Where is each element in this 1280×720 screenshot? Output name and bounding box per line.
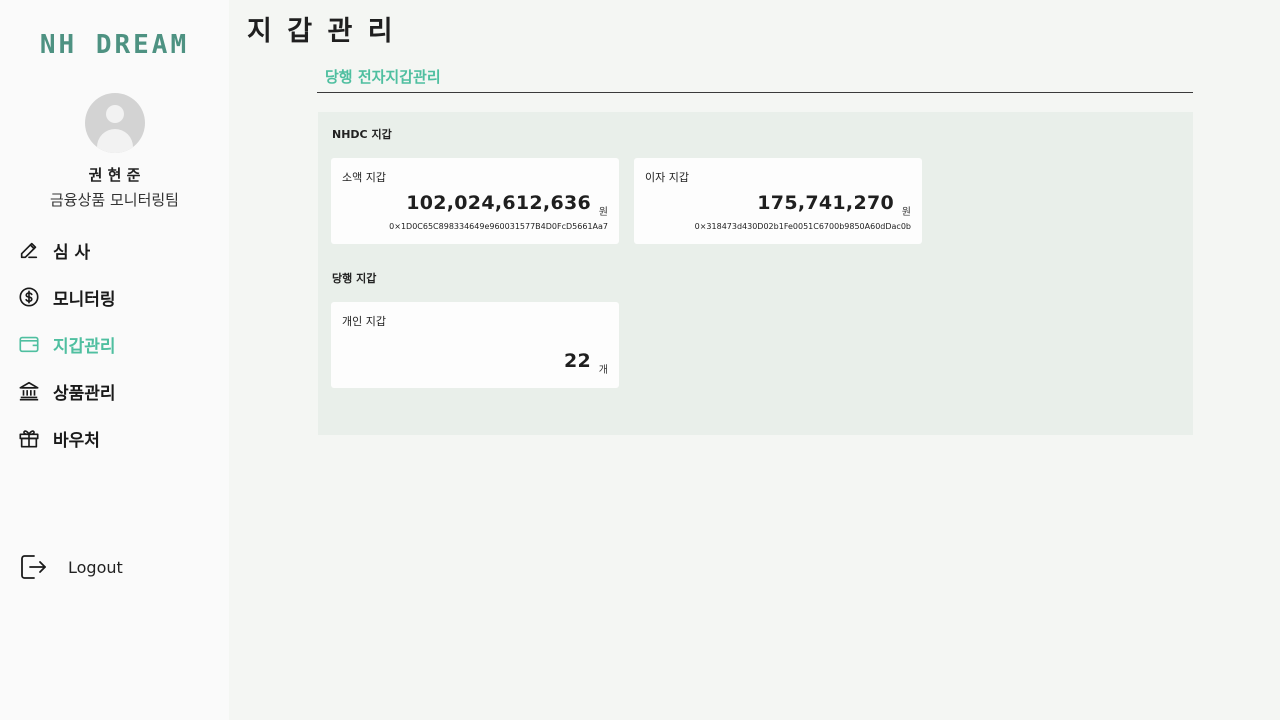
wallet-icon [19,336,39,353]
sidebar-item-monitoring[interactable]: 모니터링 [18,284,218,310]
avatar-head [106,105,124,123]
personal-wallet-card[interactable]: 개인 지갑 22 개 [331,302,619,388]
sidebar-item-label: 상품관리 [53,383,116,404]
page-title: 지 갑 관 리 [247,16,396,47]
section-title: 당행 전자지갑관리 [325,68,441,86]
sidebar-item-label: 모니터링 [53,289,116,310]
sidebar-item-products[interactable]: 상품관리 [18,378,218,404]
small-amount-wallet-card[interactable]: 소액 지갑 102,024,612,636 원 0×1D0C65C8983346… [331,158,619,244]
section-divider [317,92,1193,93]
sidebar-item-label: 바우처 [53,430,100,451]
card-label: 소액 지갑 [342,171,386,184]
wallet-balance: 102,024,612,636 [406,192,591,214]
logout-label: Logout [68,557,123,577]
bank-wallet-group-label: 당행 지갑 [332,272,377,285]
logout-button[interactable]: Logout [19,553,123,581]
logout-icon [21,555,46,579]
sidebar-item-review[interactable]: 심 사 [18,237,218,263]
user-name: 권 현 준 [88,166,141,184]
currency-unit: 원 [598,207,608,218]
dollar-circle-icon [19,287,39,307]
avatar-body [97,129,133,153]
wallet-panel: NHDC 지갑 소액 지갑 102,024,612,636 원 0×1D0C65… [318,112,1193,435]
currency-unit: 원 [901,207,911,218]
wallet-balance: 175,741,270 [757,192,894,214]
sidebar-item-label: 지갑관리 [53,336,116,357]
sidebar-item-voucher[interactable]: 바우처 [18,425,218,451]
pencil-icon [20,242,38,259]
sidebar: NH DREAM 권 현 준 금융상품 모니터링팀 심 사 모니터링 지갑관리 … [0,0,229,720]
wallet-address: 0×1D0C65C898334649e960031577B4D0FcD5661A… [389,222,608,231]
sidebar-item-wallet[interactable]: 지갑관리 [18,331,218,357]
user-team: 금융상품 모니터링팀 [50,191,179,209]
card-label: 개인 지갑 [342,315,386,328]
wallet-count: 22 [563,350,591,372]
wallet-address: 0×318473d430D02b1Fe0051C6700b9850A60dDac… [694,222,911,231]
nhdc-wallet-group-label: NHDC 지갑 [332,128,392,141]
bank-icon [19,381,39,401]
count-unit: 개 [598,365,608,376]
interest-wallet-card[interactable]: 이자 지갑 175,741,270 원 0×318473d430D02b1Fe0… [634,158,922,244]
gift-icon [19,430,39,448]
sidebar-item-label: 심 사 [53,242,91,263]
card-label: 이자 지갑 [645,171,689,184]
avatar [85,93,145,153]
brand-logo[interactable]: NH DREAM [0,30,229,60]
